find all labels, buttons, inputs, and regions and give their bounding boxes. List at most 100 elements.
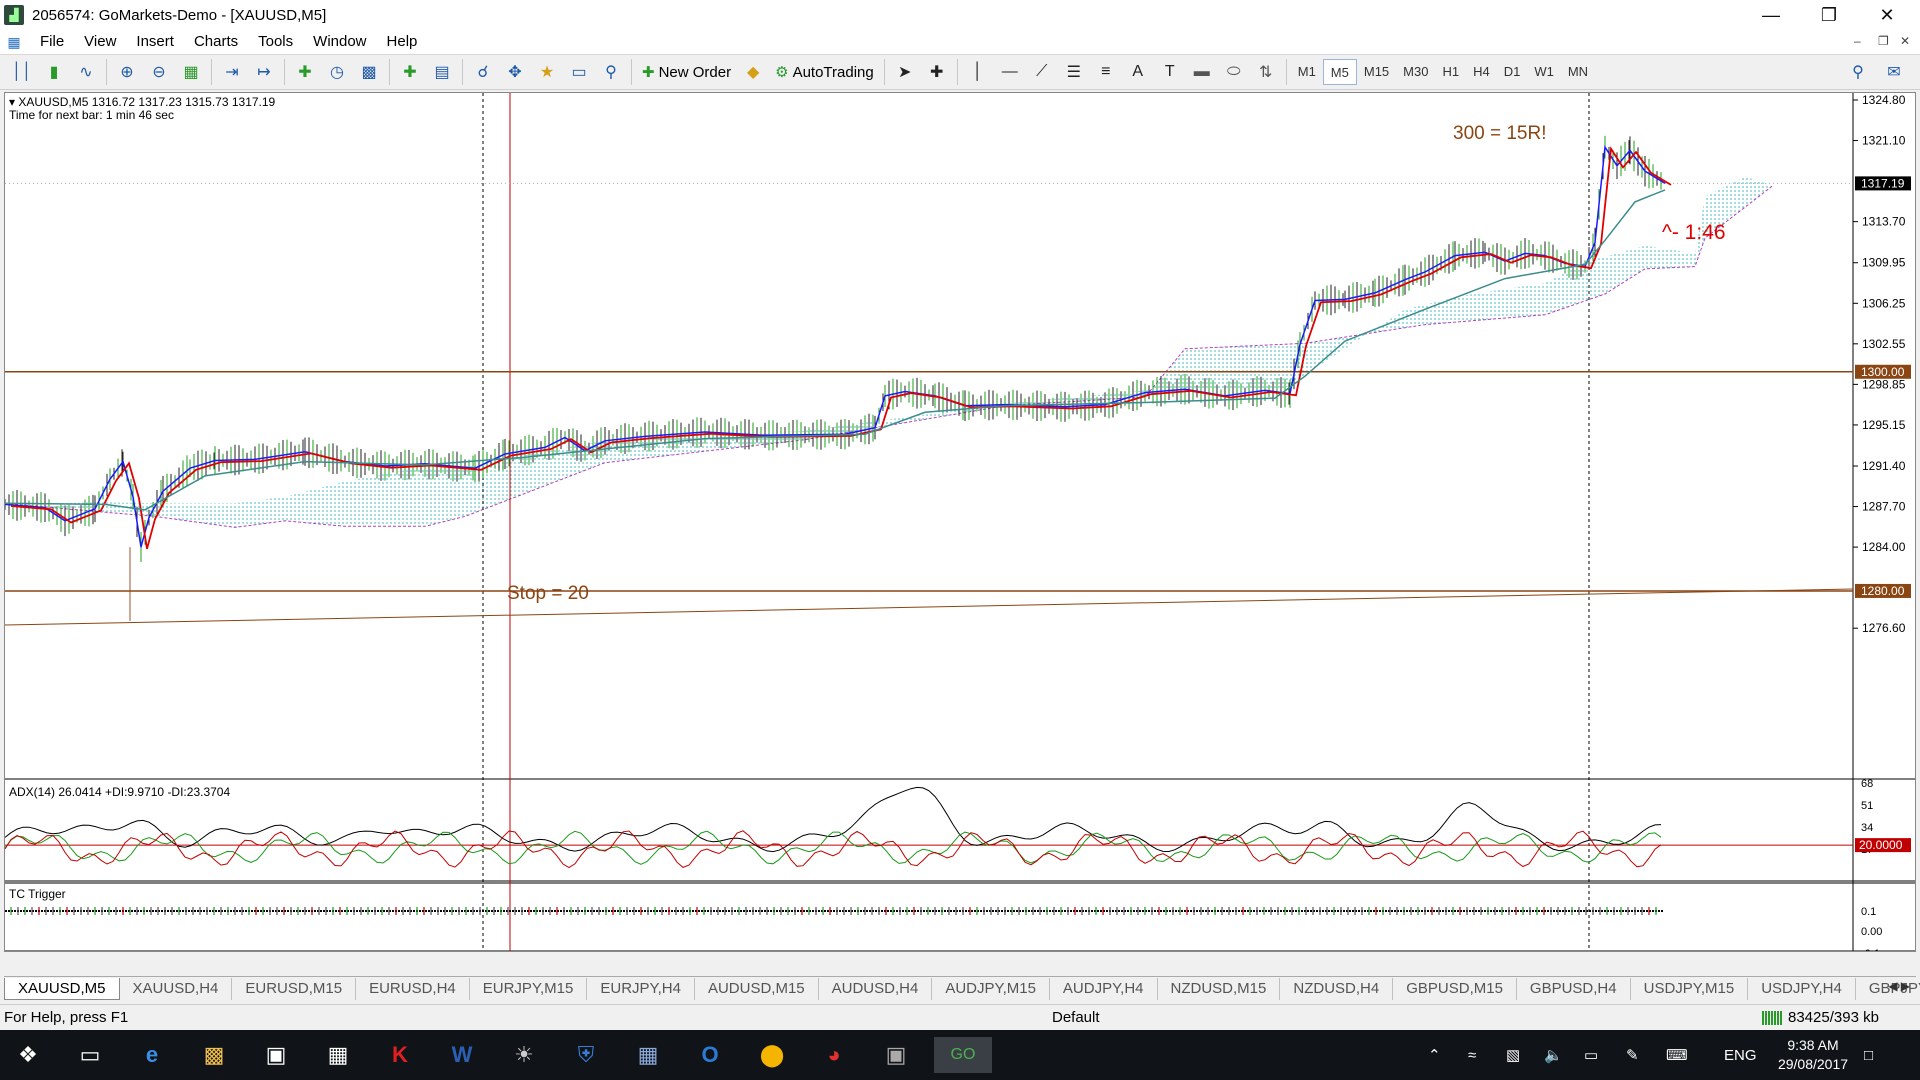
vertical-line-icon[interactable]: │: [962, 57, 994, 87]
new-chart-icon[interactable]: ✚: [394, 57, 426, 87]
chrome-icon[interactable]: ⬤: [748, 1037, 796, 1073]
search-icon[interactable]: ⚲: [1842, 57, 1874, 87]
menu-view[interactable]: View: [74, 30, 126, 54]
chart-shift-icon[interactable]: ↦: [248, 57, 280, 87]
tile-windows-icon[interactable]: ▦: [175, 57, 207, 87]
templates-icon[interactable]: ▩: [353, 57, 385, 87]
zoom-out-icon[interactable]: ⊖: [143, 57, 175, 87]
chart-tab-4[interactable]: EURJPY,M15: [470, 978, 588, 1000]
chart-tab-6[interactable]: AUDUSD,M15: [695, 978, 819, 1000]
chart-tab-5[interactable]: EURJPY,H4: [587, 978, 695, 1000]
chart-tab-7[interactable]: AUDUSD,H4: [819, 978, 933, 1000]
fibonacci-icon[interactable]: ≡: [1090, 57, 1122, 87]
line-chart-icon[interactable]: ∿: [70, 57, 102, 87]
trendline-icon[interactable]: ⟋: [1026, 57, 1058, 87]
menu-file[interactable]: File: [30, 30, 74, 54]
crosshair-icon[interactable]: ✚: [921, 57, 953, 87]
stop-annotation[interactable]: Stop = 20: [507, 583, 589, 605]
timeframe-w1[interactable]: W1: [1527, 59, 1561, 85]
text-label-icon[interactable]: T: [1154, 57, 1186, 87]
chart-tab-11[interactable]: NZDUSD,H4: [1280, 978, 1394, 1000]
autotrading-button[interactable]: ⚙ AutoTrading: [769, 57, 880, 87]
trading-app-icon[interactable]: ◕: [810, 1037, 858, 1073]
close-button[interactable]: ✕: [1858, 0, 1916, 30]
outlook-icon[interactable]: O: [686, 1037, 734, 1073]
strategy-tester-icon[interactable]: ⚲: [595, 57, 627, 87]
cursor-icon[interactable]: ➤: [889, 57, 921, 87]
tray-chevron-icon[interactable]: ⌃: [1428, 1030, 1441, 1080]
defender-icon[interactable]: ⛨: [562, 1037, 610, 1073]
chart-tab-12[interactable]: GBPUSD,M15: [1393, 978, 1517, 1000]
chart-tab-15[interactable]: USDJPY,H4: [1748, 978, 1856, 1000]
chart-tab-13[interactable]: GBPUSD,H4: [1517, 978, 1631, 1000]
mdi-minimize-icon[interactable]: –: [1854, 34, 1861, 48]
network-app-icon[interactable]: ▦: [624, 1037, 672, 1073]
timeframe-m15[interactable]: M15: [1357, 59, 1396, 85]
menu-insert[interactable]: Insert: [126, 30, 184, 54]
mdi-close-icon[interactable]: ✕: [1900, 34, 1910, 48]
file-explorer-icon[interactable]: ▩: [190, 1037, 238, 1073]
rectangle-icon[interactable]: ▬: [1186, 57, 1218, 87]
candlestick-icon[interactable]: ▮: [38, 57, 70, 87]
edge-icon[interactable]: e: [128, 1037, 176, 1073]
navigator-icon[interactable]: ★: [531, 57, 563, 87]
periods-icon[interactable]: ◷: [321, 57, 353, 87]
kaspersky-icon[interactable]: K: [376, 1037, 424, 1073]
market-watch-icon[interactable]: ☌: [467, 57, 499, 87]
keyboard-tray-icon[interactable]: ▧: [1506, 1030, 1520, 1080]
pen-icon[interactable]: ✎: [1626, 1030, 1639, 1080]
data-window-icon[interactable]: ✥: [499, 57, 531, 87]
notifications-icon[interactable]: □: [1864, 1030, 1873, 1080]
auto-scroll-icon[interactable]: ⇥: [216, 57, 248, 87]
timeframe-m30[interactable]: M30: [1396, 59, 1435, 85]
volume-icon[interactable]: 🔈: [1544, 1030, 1563, 1080]
menu-window[interactable]: Window: [303, 30, 376, 54]
mdi-restore-icon[interactable]: ❐: [1878, 34, 1889, 48]
chart-tab-9[interactable]: AUDJPY,H4: [1050, 978, 1158, 1000]
chart-tab-3[interactable]: EURUSD,H4: [356, 978, 470, 1000]
chart-tab-10[interactable]: NZDUSD,M15: [1158, 978, 1281, 1000]
minimize-button[interactable]: —: [1742, 0, 1800, 30]
chart-tab-14[interactable]: USDJPY,M15: [1631, 978, 1749, 1000]
metatrader-task-icon[interactable]: GO: [934, 1037, 992, 1073]
terminal-icon[interactable]: ▭: [563, 57, 595, 87]
timeframe-m1[interactable]: M1: [1291, 59, 1323, 85]
menu-help[interactable]: Help: [377, 30, 428, 54]
battery-icon[interactable]: ▭: [1584, 1030, 1598, 1080]
price-chart[interactable]: 1300.001280.001317.19 1324.801321.101313…: [5, 93, 1915, 951]
store-icon[interactable]: ▣: [252, 1037, 300, 1073]
paint-icon[interactable]: ☀: [500, 1037, 548, 1073]
camera-icon[interactable]: ▣: [872, 1037, 920, 1073]
word-icon[interactable]: W: [438, 1037, 486, 1073]
bar-chart-icon[interactable]: ││: [6, 57, 38, 87]
start-icon[interactable]: ❖: [4, 1037, 52, 1073]
text-icon[interactable]: A: [1122, 57, 1154, 87]
restore-button[interactable]: ❐: [1800, 0, 1858, 30]
menu-charts[interactable]: Charts: [184, 30, 248, 54]
tab-scroll-arrows[interactable]: ◀ ▶: [1888, 979, 1910, 993]
chat-icon[interactable]: ✉: [1878, 57, 1910, 87]
zoom-in-icon[interactable]: ⊕: [111, 57, 143, 87]
timeframe-h1[interactable]: H1: [1435, 59, 1466, 85]
chart-tab-2[interactable]: EURUSD,M15: [232, 978, 357, 1000]
profiles-icon[interactable]: ▤: [426, 57, 458, 87]
wifi-icon[interactable]: ≈: [1468, 1030, 1476, 1080]
chart-tab-0[interactable]: XAUUSD,M5: [4, 978, 120, 1000]
mdi-chart-icon[interactable]: ▦: [4, 32, 24, 52]
ellipse-icon[interactable]: ⬭: [1218, 57, 1250, 87]
meta-editor-icon[interactable]: ◆: [737, 57, 769, 87]
chart-window[interactable]: 1300.00 1280.00 1317.19 1324.80 1321.10 1313…: [4, 92, 1916, 952]
language-indicator[interactable]: ENG: [1724, 1030, 1757, 1080]
horizontal-line-icon[interactable]: —: [994, 57, 1026, 87]
channel-icon[interactable]: ☰: [1058, 57, 1090, 87]
timeframe-d1[interactable]: D1: [1497, 59, 1528, 85]
indicators-icon[interactable]: ✚: [289, 57, 321, 87]
timeframe-h4[interactable]: H4: [1466, 59, 1497, 85]
chart-tab-8[interactable]: AUDJPY,M15: [932, 978, 1050, 1000]
taskbar-clock[interactable]: 9:38 AM 29/08/2017: [1768, 1036, 1858, 1074]
profit-annotation[interactable]: 300 = 15R!: [1453, 123, 1547, 145]
menu-tools[interactable]: Tools: [248, 30, 303, 54]
calculator-icon[interactable]: ▦: [314, 1037, 362, 1073]
timeframe-mn[interactable]: MN: [1561, 59, 1595, 85]
task-view-icon[interactable]: ▭: [66, 1037, 114, 1073]
